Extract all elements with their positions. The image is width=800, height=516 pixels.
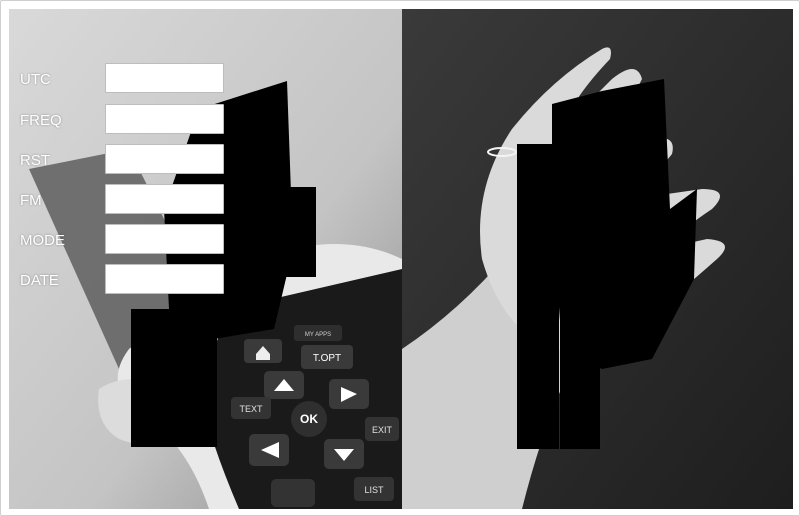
- redaction-bar: [177, 309, 217, 447]
- remote-key-myapps: MY APPS: [305, 332, 331, 338]
- redaction-bar: [131, 309, 177, 447]
- date-input[interactable]: [105, 264, 224, 294]
- fm-input[interactable]: [105, 184, 224, 214]
- remote-key-text: TEXT: [239, 404, 263, 414]
- redaction-bar: [517, 144, 559, 449]
- remote-key-exit: EXIT: [372, 425, 393, 435]
- open-hand-image: [402, 9, 793, 509]
- right-photo: [402, 9, 793, 509]
- mode-label: MODE: [20, 232, 65, 249]
- fm-label: FM: [20, 192, 42, 209]
- date-label: DATE: [20, 272, 59, 289]
- remote-key-list: LIST: [364, 485, 384, 495]
- remote-key-topt: T.OPT: [313, 353, 341, 364]
- rst-input[interactable]: [105, 144, 224, 174]
- mode-input[interactable]: [105, 224, 224, 254]
- freq-input[interactable]: [105, 104, 224, 134]
- freq-label: FREQ: [20, 112, 62, 129]
- qsl-card: T.OPT MY APPS OK TEXT EXIT LIST UTC FREQ…: [0, 0, 800, 516]
- redaction-bar: [284, 187, 316, 277]
- lower-key: [271, 479, 315, 507]
- rst-label: RST: [20, 152, 50, 169]
- utc-input[interactable]: [105, 63, 224, 93]
- redaction-bar: [560, 159, 600, 449]
- remote-key-ok: OK: [300, 412, 318, 426]
- utc-label: UTC: [20, 71, 51, 88]
